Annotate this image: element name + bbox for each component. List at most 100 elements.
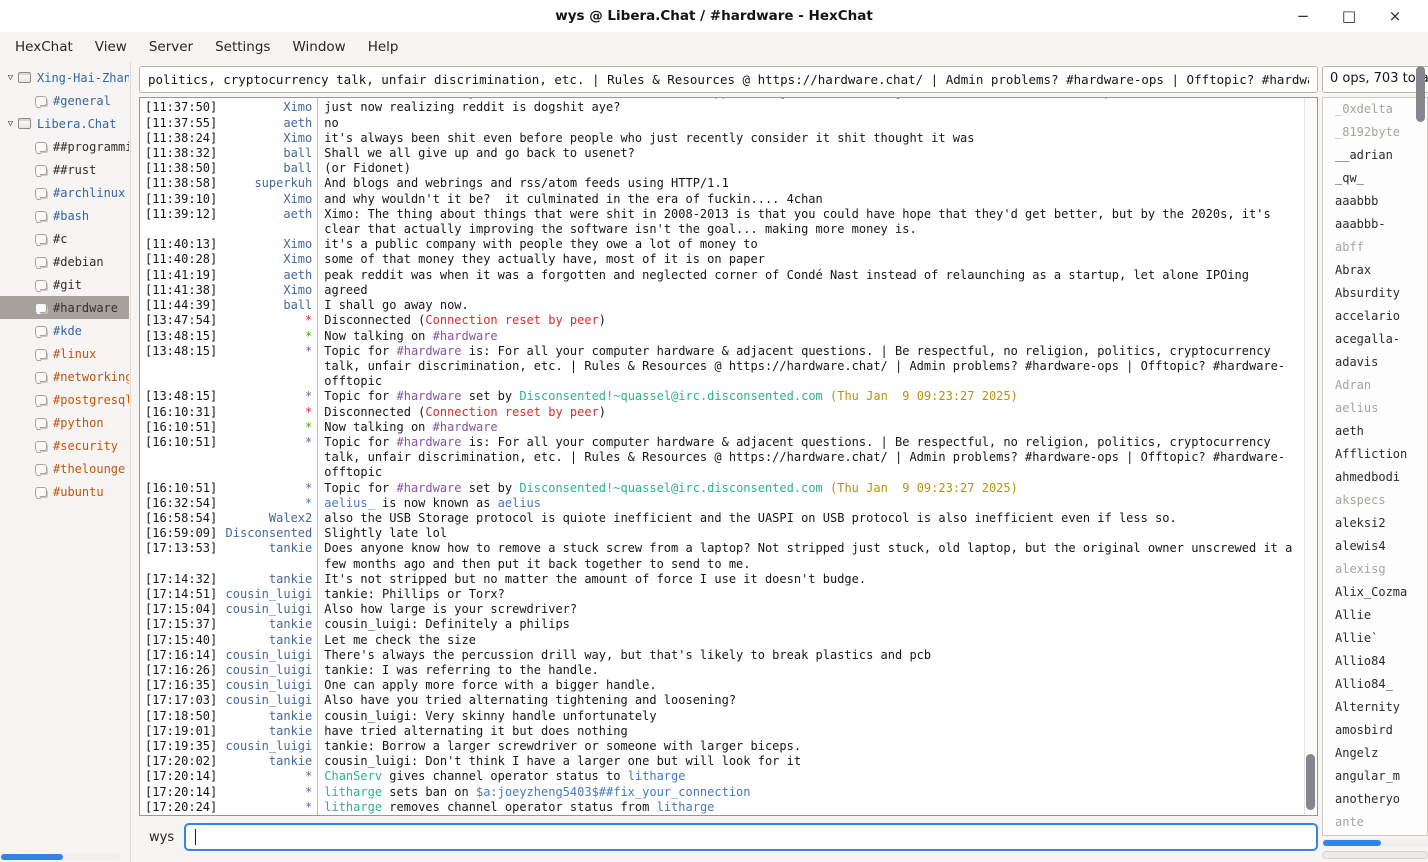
channel-item-rust[interactable]: ##rust — [0, 158, 129, 181]
channel-item-archlinux[interactable]: #archlinux — [0, 181, 129, 204]
message-text: Ximo: The thing about things that were s… — [317, 207, 1304, 237]
channel-item-python[interactable]: #python — [0, 411, 129, 434]
user-item[interactable]: _8192byte — [1323, 121, 1427, 144]
channel-item-networking[interactable]: #networking — [0, 365, 129, 388]
message-segment-olive: (Thu Jan 9 09:23:27 2025) — [830, 481, 1018, 495]
user-item[interactable]: alexisg — [1323, 558, 1427, 581]
user-item[interactable]: Allio84 — [1323, 650, 1427, 673]
user-item[interactable]: Absurdity — [1323, 282, 1427, 305]
user-item[interactable]: aaabbb- — [1323, 213, 1427, 236]
timestamp: [11:41:38] — [140, 283, 217, 298]
channel-item-c[interactable]: #c — [0, 227, 129, 250]
user-item[interactable]: accelario — [1323, 305, 1427, 328]
user-item[interactable]: aeth — [1323, 420, 1427, 443]
channel-item-kde[interactable]: #kde — [0, 319, 129, 342]
channel-item-git[interactable]: #git — [0, 273, 129, 296]
channel-item-linux[interactable]: #linux — [0, 342, 129, 365]
maximize-button[interactable]: □ — [1326, 7, 1372, 25]
user-item[interactable]: Allie — [1323, 604, 1427, 627]
channel-icon — [35, 487, 47, 497]
user-item[interactable]: aelius — [1323, 397, 1427, 420]
channel-item-general[interactable]: #general — [0, 89, 129, 112]
message-input[interactable] — [186, 825, 1316, 849]
user-item[interactable]: ante — [1323, 811, 1427, 834]
userlist-scrollbar-thumb[interactable] — [1416, 66, 1425, 122]
userlist-bottom-trough[interactable] — [1322, 851, 1428, 859]
network-row[interactable]: ▽Libera.Chat — [0, 112, 129, 135]
user-item[interactable]: Allie` — [1323, 627, 1427, 650]
channel-item-bash[interactable]: #bash — [0, 204, 129, 227]
channel-icon — [35, 372, 47, 382]
menu-hexchat[interactable]: HexChat — [4, 39, 84, 55]
user-item[interactable]: Alternity — [1323, 696, 1427, 719]
channel-item-debian[interactable]: #debian — [0, 250, 129, 273]
message-segment: (What I mean is, they'd rather have a mo… — [324, 98, 1177, 99]
timestamp: [17:13:53] — [140, 541, 217, 571]
message-segment-link: $a:joeyzheng5403$##fix_your_connection — [476, 785, 751, 799]
network-name: Xing-Hai-Zhan — [37, 71, 129, 85]
user-item[interactable]: Abrax — [1323, 259, 1427, 282]
channel-name: #general — [53, 94, 111, 108]
channel-item-security[interactable]: #security — [0, 434, 129, 457]
user-item[interactable]: amosbird — [1323, 719, 1427, 742]
user-item[interactable]: _qw_ — [1323, 167, 1427, 190]
channel-name: #git — [53, 278, 82, 292]
user-item[interactable]: aaabbb — [1323, 190, 1427, 213]
channel-item-hardware[interactable]: #hardware — [0, 296, 129, 319]
close-button[interactable]: × — [1372, 7, 1418, 25]
channel-item-ubuntu[interactable]: #ubuntu — [0, 480, 129, 503]
user-item[interactable]: _0xdelta — [1323, 98, 1427, 121]
user-item[interactable]: Affliction — [1323, 443, 1427, 466]
chat-message: [11:38:50]ball(or Fidonet) — [140, 161, 1304, 176]
user-item[interactable]: abff — [1323, 236, 1427, 259]
scrollbar-thumb[interactable] — [1, 854, 63, 860]
menu-help[interactable]: Help — [357, 39, 410, 55]
timestamp: [17:16:14] — [140, 648, 217, 663]
tree-horizontal-scrollbar[interactable] — [0, 853, 120, 861]
message-segment: and why wouldn't it be? it culminated in… — [324, 192, 823, 206]
message-text: (or Fidonet) — [317, 161, 1304, 176]
user-item[interactable]: Alix_Cozma — [1323, 581, 1427, 604]
user-item[interactable]: __adrian — [1323, 144, 1427, 167]
nick: * — [217, 785, 317, 800]
message-text: Topic for #hardware is: For all your com… — [317, 435, 1304, 481]
user-item[interactable]: Allio84_ — [1323, 673, 1427, 696]
user-item[interactable]: adavis — [1323, 351, 1427, 374]
menu-settings[interactable]: Settings — [204, 39, 281, 55]
message-segment: It's not stripped but no matter the amou… — [324, 572, 866, 586]
message-text: have tried alternating it but does nothi… — [317, 724, 1304, 739]
expander-icon[interactable]: ▽ — [3, 73, 18, 83]
user-item[interactable]: akspecs — [1323, 489, 1427, 512]
text-caret — [195, 829, 196, 845]
menu-server[interactable]: Server — [138, 39, 204, 55]
menu-view[interactable]: View — [84, 39, 138, 55]
user-item[interactable]: ahmedbodi — [1323, 466, 1427, 489]
scrollbar-thumb[interactable] — [1306, 754, 1315, 810]
user-item[interactable]: acegalla- — [1323, 328, 1427, 351]
timestamp: [11:39:12] — [140, 207, 217, 237]
channel-name: #security — [53, 439, 118, 453]
server-tree[interactable]: ▽ Xing-Hai-Zhan #general ▽Libera.Chat##prog… — [0, 66, 129, 852]
user-item[interactable]: alewis4 — [1323, 535, 1427, 558]
expander-icon[interactable]: ▽ — [3, 119, 18, 129]
user-item[interactable]: aleksi2 — [1323, 512, 1427, 535]
channel-item-postgresql[interactable]: #postgresql — [0, 388, 129, 411]
minimize-button[interactable]: − — [1280, 7, 1326, 25]
scrollbar-thumb[interactable] — [1323, 840, 1381, 846]
user-item[interactable]: Angelz — [1323, 742, 1427, 765]
user-item[interactable]: anotheryo — [1323, 788, 1427, 811]
userlist-horizontal-scrollbar[interactable] — [1322, 839, 1428, 847]
topic-input[interactable] — [139, 66, 1318, 93]
menu-window[interactable]: Window — [281, 39, 356, 55]
channel-item-thelounge[interactable]: #thelounge — [0, 457, 129, 480]
channel-item-programming[interactable]: ##programming — [0, 135, 129, 158]
user-list[interactable]: _0xdelta_8192byte__adrian_qw_aaabbbaaabb… — [1322, 97, 1428, 836]
user-item[interactable]: Adran — [1323, 374, 1427, 397]
user-item[interactable]: angular_m — [1323, 765, 1427, 788]
timestamp: [17:14:51] — [140, 587, 217, 602]
chat-scrollbar[interactable] — [1304, 98, 1317, 815]
channel-name: #thelounge — [53, 462, 125, 476]
network-row[interactable]: ▽ Xing-Hai-Zhan — [0, 66, 129, 89]
userlist-header: 0 ops, 703 total — [1322, 66, 1428, 93]
message-segment: One can apply more force with a bigger h… — [324, 678, 656, 692]
